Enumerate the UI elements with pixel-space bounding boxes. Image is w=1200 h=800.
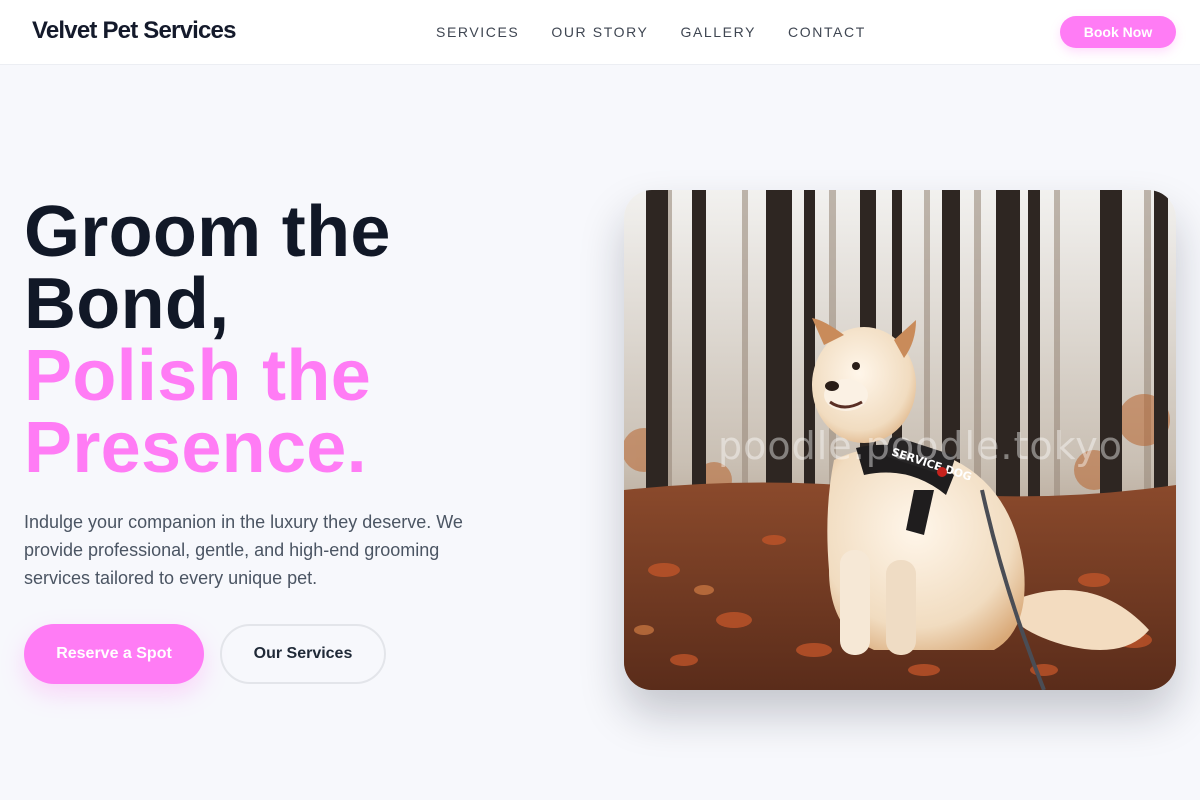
nav-link-services[interactable]: SERVICES — [436, 24, 519, 40]
headline-accent-line-1: Polish the — [24, 336, 372, 416]
nav-link-contact[interactable]: CONTACT — [788, 24, 866, 40]
headline-accent-line-2: Presence. — [24, 408, 367, 488]
hero-headline: Groom the Bond, Polish the Presence. — [24, 196, 544, 484]
nav-link-gallery[interactable]: GALLERY — [680, 24, 756, 40]
headline-line-1: Groom the — [24, 192, 391, 272]
nav-link-our-story[interactable]: OUR STORY — [551, 24, 648, 40]
photo-watermark: poodle.poodle.tokyo — [718, 424, 1124, 468]
site-header: Velvet Pet Services SERVICES OUR STORY G… — [0, 0, 1200, 65]
headline-line-2: Bond, — [24, 264, 230, 344]
brand-logo-text[interactable]: Velvet Pet Services — [32, 17, 236, 45]
hero-dog-photo: SERVICE DOG poodle.poodle.tokyo — [624, 190, 1176, 690]
reserve-spot-button[interactable]: Reserve a Spot — [24, 624, 204, 684]
hero-description: Indulge your companion in the luxury the… — [24, 512, 463, 588]
our-services-button[interactable]: Our Services — [220, 624, 386, 684]
book-now-button[interactable]: Book Now — [1060, 16, 1176, 48]
main-nav: SERVICES OUR STORY GALLERY CONTACT — [436, 24, 866, 40]
